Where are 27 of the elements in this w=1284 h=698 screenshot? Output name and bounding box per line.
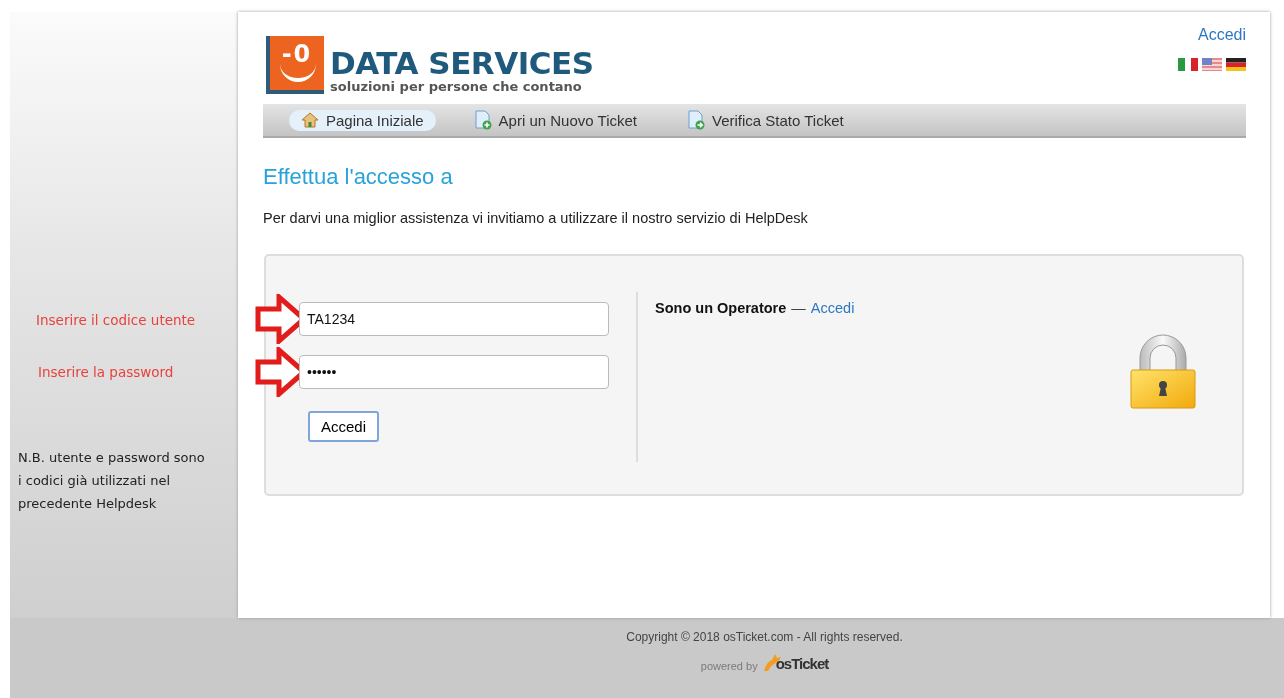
germany-flag-icon[interactable] — [1226, 58, 1246, 71]
operator-label: Sono un Operatore — [655, 300, 787, 316]
house-icon — [301, 112, 319, 128]
annotation-note: N.B. utente e password sono i codici già utilizzati nel precedente Helpdesk — [17, 449, 206, 513]
intro-text: Per darvi una miglior assistenza vi invitiamo a utilizzare il nostro servizio di HelpDesk — [263, 210, 809, 226]
italy-flag-icon[interactable] — [1178, 58, 1198, 71]
login-link[interactable]: Accedi — [1197, 22, 1246, 44]
separator-dash: — — [791, 300, 806, 316]
login-button[interactable]: Accedi — [308, 411, 380, 442]
padlock-icon — [1130, 332, 1196, 410]
copyright-text: Copyright © 2018 osTicket.com - All rights reserved. — [626, 630, 903, 644]
nav-tab[interactable]: Apri un Nuovo Ticket — [461, 108, 649, 132]
operator-login-link[interactable]: Accedi — [810, 300, 855, 316]
username-field[interactable]: TA1234 — [299, 301, 609, 336]
logo-tagline: soluzioni per persone che contano — [330, 79, 583, 94]
document-plus-icon — [473, 110, 492, 130]
annotation-hint: Inserire il codice utente — [35, 312, 197, 330]
logo-text: DATA SERVICES — [330, 47, 594, 79]
page-title: Effettua l'accesso a — [263, 164, 454, 190]
powered-by-text: powered by — [700, 660, 758, 672]
nav-tab[interactable]: Pagina Iniziale — [289, 109, 436, 131]
logo-mark: -0 — [266, 36, 324, 94]
annotation-hint: Inserire la password — [37, 364, 175, 382]
nav-tab[interactable]: Verifica Stato Ticket — [675, 108, 856, 132]
document-arrow-icon — [687, 110, 705, 130]
password-field[interactable]: •••••• — [299, 354, 609, 389]
osticket-logo[interactable]: osTicket — [761, 652, 829, 672]
